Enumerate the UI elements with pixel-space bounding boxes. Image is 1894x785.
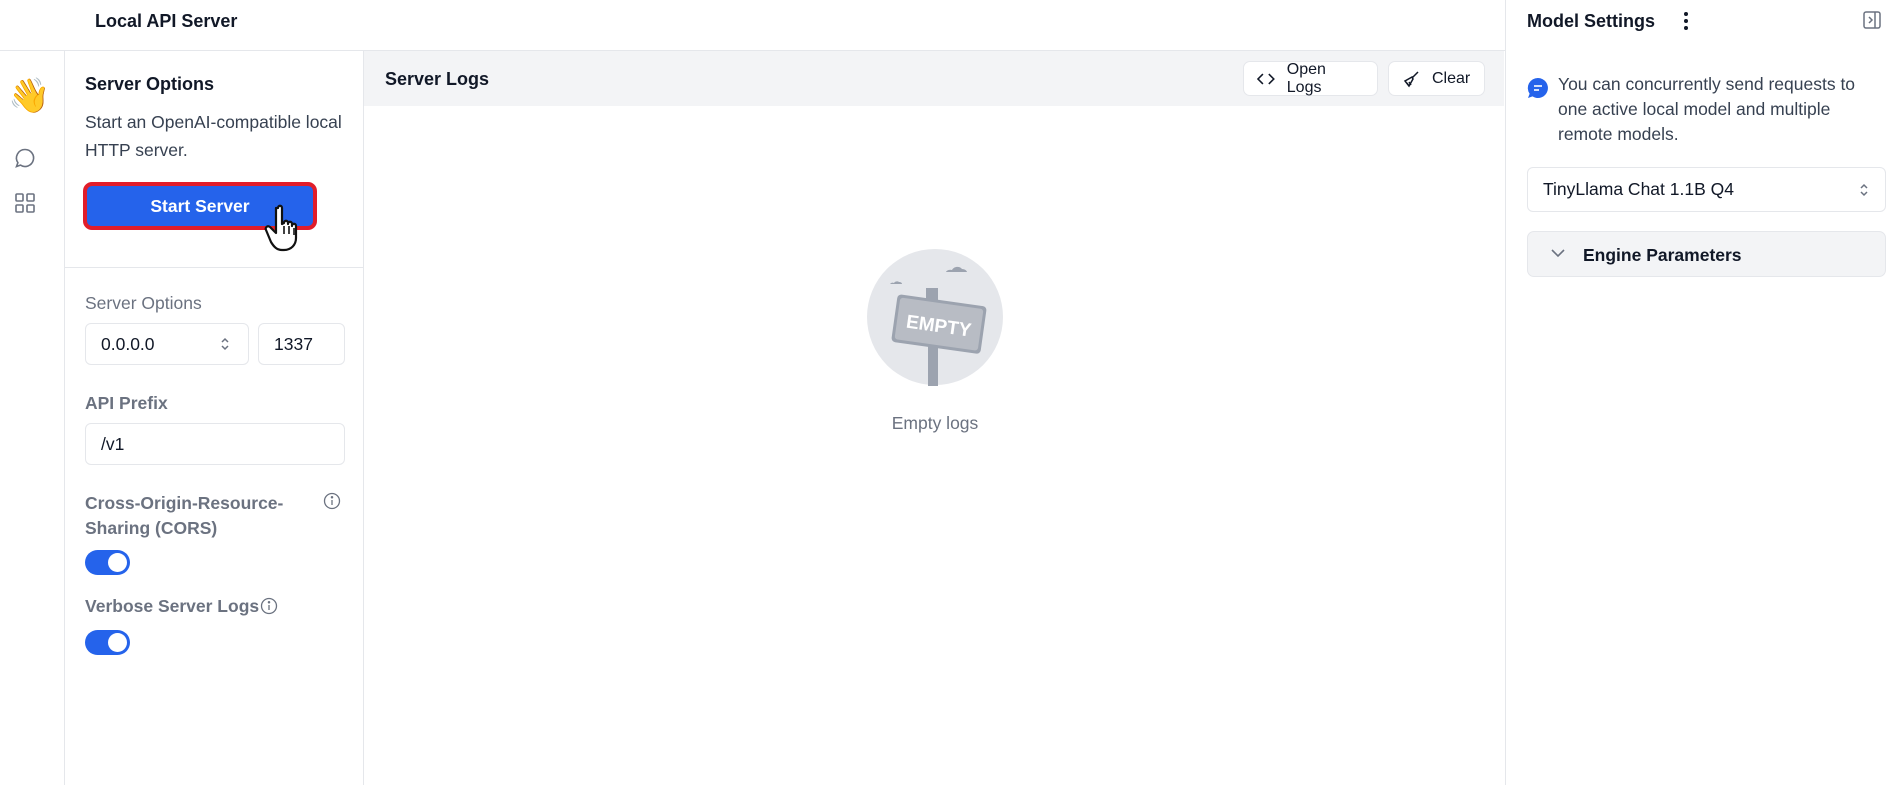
toggle-knob [108,553,127,572]
info-icon[interactable] [323,492,341,510]
model-settings-panel: Model Settings You can concurrently send… [1505,0,1894,785]
start-server-label: Start Server [150,195,250,216]
model-select[interactable]: TinyLlama Chat 1.1B Q4 [1527,167,1886,212]
model-settings-title: Model Settings [1527,11,1656,31]
engine-parameters-label: Engine Parameters [1583,245,1742,265]
engine-parameters-accordion[interactable]: Engine Parameters [1527,231,1886,277]
server-logs-title: Server Logs [385,69,490,89]
chat-icon[interactable] [13,146,37,170]
select-caret-icon [1860,183,1868,197]
open-logs-label: Open Logs [1286,60,1326,96]
collapse-panel-icon[interactable] [1862,10,1882,30]
port-input[interactable]: 1337 [258,323,345,365]
pointer-hand-icon [264,204,298,252]
cors-toggle[interactable] [85,550,130,575]
clear-label: Clear [1432,69,1471,87]
clear-button[interactable]: Clear [1388,61,1485,96]
verbose-logs-label: Verbose Server Logs [85,596,260,616]
server-description: Start an OpenAI-compatible local HTTP se… [85,112,342,160]
grid-icon[interactable] [13,191,37,215]
selected-model: TinyLlama Chat 1.1B Q4 [1543,179,1734,199]
api-prefix-input[interactable]: /v1 [85,423,345,465]
server-options-title: Server Options [85,74,215,94]
broom-icon [1403,70,1419,87]
waving-hand-icon[interactable]: 👋 [8,79,50,113]
empty-logs-illustration: EMPTY [867,249,1003,386]
empty-logs-text: Empty logs [891,413,979,433]
cors-label: Cross-Origin-Resource-Sharing (CORS) [85,493,284,538]
code-icon [1257,73,1275,84]
divider [65,267,363,268]
message-icon [1527,77,1548,98]
left-rail: 👋 [0,51,65,785]
chevron-down-icon [1551,249,1565,258]
server-options-panel: Server Options Start an OpenAI-compatibl… [65,51,364,785]
concurrency-notice: You can concurrently send requests to on… [1558,74,1856,144]
top-bar: Local API Server [0,0,1505,51]
host-select[interactable]: 0.0.0.0 [85,323,249,365]
page-title: Local API Server [95,11,238,31]
toggle-knob [108,633,127,652]
select-caret-icon [221,337,229,351]
host-value: 0.0.0.0 [101,333,155,354]
open-logs-button[interactable]: Open Logs [1243,61,1378,96]
api-prefix-label: API Prefix [85,393,168,413]
port-value: 1337 [274,333,313,354]
server-logs-header: Server Logs Open Logs Clear [364,51,1504,106]
api-prefix-value: /v1 [101,433,125,454]
verbose-logs-toggle[interactable] [85,630,130,655]
info-icon[interactable] [260,597,278,615]
more-options-icon[interactable] [1681,10,1691,32]
server-options-label: Server Options [85,293,202,313]
